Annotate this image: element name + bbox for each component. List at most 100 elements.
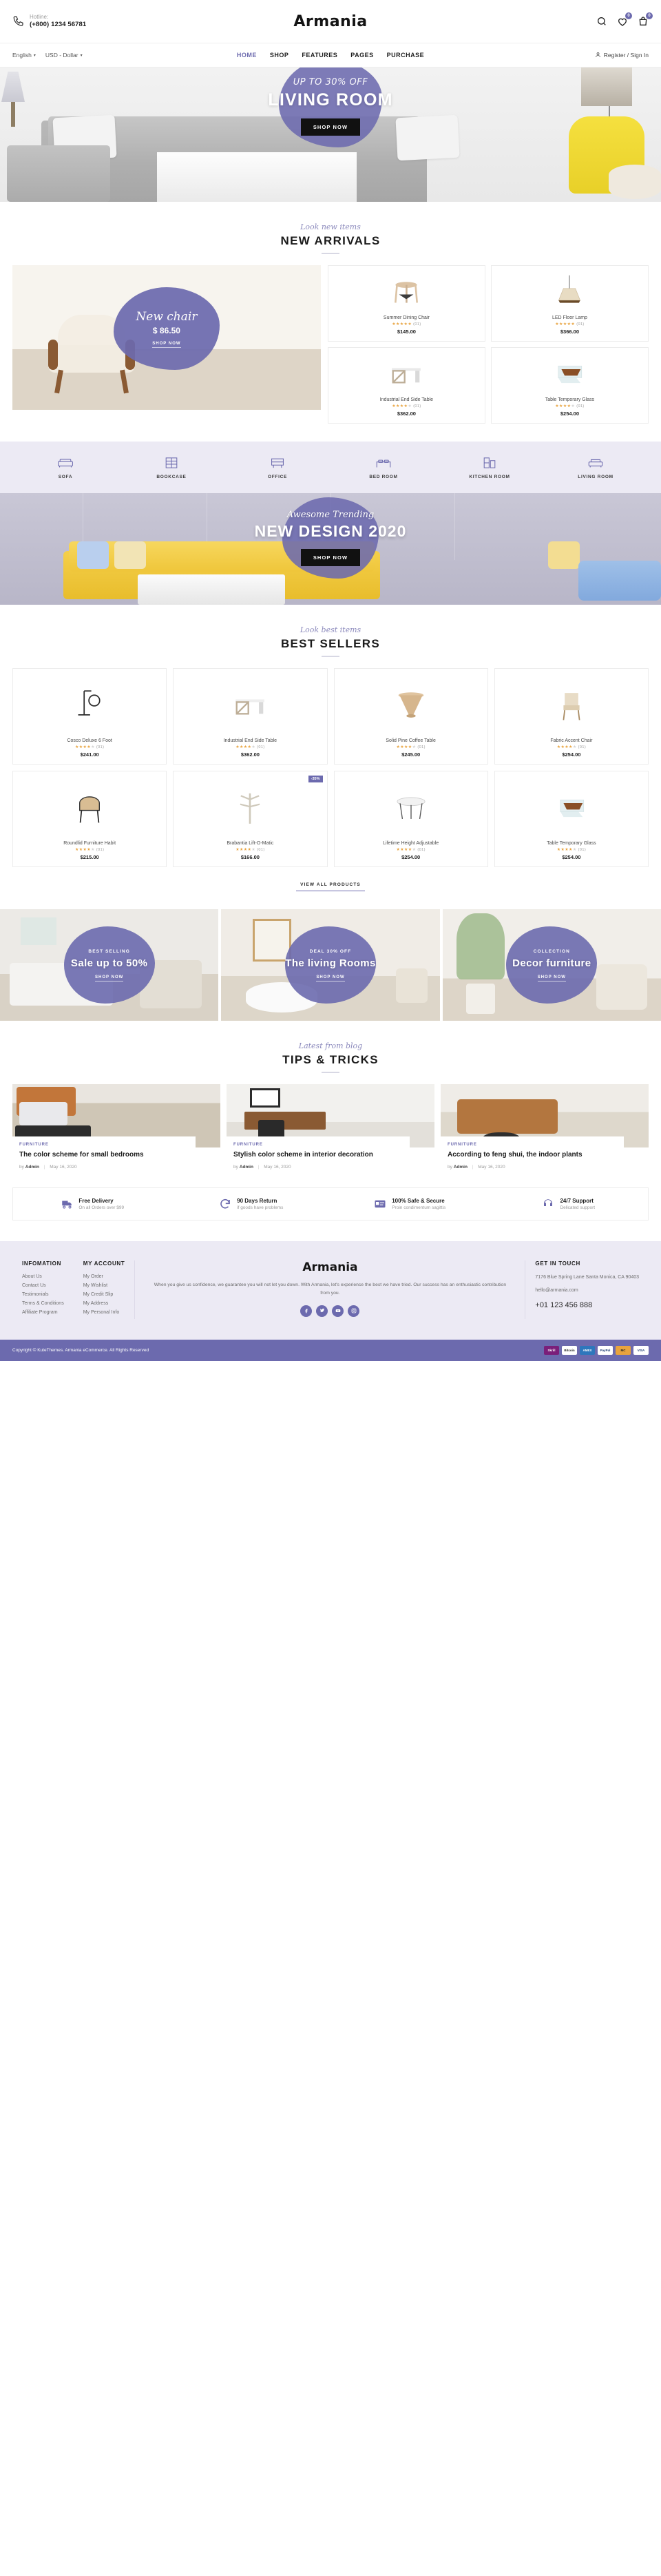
category-sofa[interactable]: SOFA (12, 455, 118, 479)
footer-link[interactable]: Affiliate Program (22, 1310, 64, 1315)
product-rating: ★★★★★ (01) (392, 322, 421, 326)
wishlist-icon[interactable]: 0 (617, 12, 633, 27)
footer-link[interactable]: Terms & Conditions (22, 1301, 64, 1306)
instagram-icon[interactable] (348, 1305, 360, 1317)
footer-link[interactable]: My Order (83, 1274, 125, 1279)
category-livingroom[interactable]: LIVING ROOM (543, 455, 649, 479)
blog-category[interactable]: FURNITURE (233, 1143, 403, 1147)
product-price: $215.00 (80, 854, 99, 860)
product-card[interactable]: LED Floor Lamp ★★★★★ (01) $366.00 (490, 265, 649, 342)
view-all-products[interactable]: VIEW ALL PRODUCTS (0, 867, 661, 909)
product-card[interactable]: Fabric Accent Chair ★★★★★ (01) $254.00 (494, 668, 649, 765)
product-rating: ★★★★★ (01) (556, 848, 587, 852)
site-logo[interactable]: Armania (293, 13, 367, 30)
product-price: $366.00 (560, 329, 580, 335)
account-label: Register / Sign In (603, 52, 649, 59)
product-price: $241.00 (80, 751, 99, 758)
blog-post-card[interactable]: FURNITURE According to feng shui, the in… (441, 1084, 649, 1170)
footer-link[interactable]: My Address (83, 1301, 125, 1306)
rating-count: (01) (413, 404, 421, 408)
product-name: Industrial End Side Table (379, 397, 434, 402)
category-bookcase[interactable]: BOOKCASE (118, 455, 224, 479)
best-sellers-grid: Cosco Deluxe 6 Foot ★★★★★ (01) $241.00 I… (0, 668, 661, 867)
hero-title: LIVING ROOM (268, 90, 393, 110)
feature-sub: Proin condimentum sagittis (392, 1205, 446, 1210)
feature-sub: On all Orders over $99 (78, 1205, 125, 1210)
footer-link[interactable]: My Wishlist (83, 1283, 125, 1288)
product-rating: ★★★★★ (01) (556, 745, 587, 749)
feature-shop-now-button[interactable]: SHOP NOW (152, 342, 181, 348)
product-name: Table Temporary Glass (547, 841, 596, 846)
new-arrivals-grid: Summer Dining Chair ★★★★★ (01) $145.00 L… (327, 265, 649, 424)
nav-item-purchase[interactable]: PURCHASE (387, 52, 425, 59)
blog-category[interactable]: FURNITURE (19, 1143, 189, 1147)
cart-icon[interactable]: 0 (638, 12, 653, 27)
language-selector[interactable]: English ▾ (12, 52, 36, 59)
product-card[interactable]: Roundlid Furniture Habit ★★★★★ (01) $215… (12, 771, 167, 867)
facebook-icon[interactable] (300, 1305, 313, 1317)
category-kitchen[interactable]: KITCHEN ROOM (437, 455, 543, 479)
separator: | (43, 1164, 45, 1170)
footer-link[interactable]: Contact Us (22, 1283, 64, 1288)
blog-post-card[interactable]: FURNITURE Stylish color scheme in interi… (227, 1084, 434, 1170)
footer-link[interactable]: Testimonials (22, 1292, 64, 1297)
rating-count: (01) (576, 404, 585, 408)
new-arrivals-title: NEW ARRIVALS (280, 234, 381, 247)
product-card[interactable]: Solid Pine Coffee Table ★★★★★ (01) $245.… (333, 668, 488, 765)
feature-secure: 100% Safe & Secure Proin condimentum sag… (330, 1198, 490, 1210)
category-strip: SOFA BOOKCASE OFFICE BED ROOM KITCHEN RO… (0, 442, 661, 493)
search-icon[interactable] (596, 16, 607, 27)
promo-shop-now-button[interactable]: SHOP NOW (95, 975, 124, 981)
hero-shop-now-button[interactable]: SHOP NOW (300, 118, 361, 136)
currency-selector[interactable]: USD - Dollar ▾ (45, 52, 83, 59)
blog-category[interactable]: FURNITURE (448, 1143, 617, 1147)
support-icon (544, 1198, 553, 1206)
account-link[interactable]: Register / Sign In (424, 52, 649, 59)
new-arrivals-section: New chair $ 86.50 SHOP NOW Summer Dining… (0, 265, 661, 442)
separator: | (258, 1164, 260, 1170)
trending-shop-now-button[interactable]: SHOP NOW (300, 549, 361, 566)
nav-item-features[interactable]: FEATURES (302, 52, 337, 59)
nav-item-shop[interactable]: SHOP (270, 52, 289, 59)
by-label: by (448, 1164, 452, 1170)
new-arrivals-feature-card[interactable]: New chair $ 86.50 SHOP NOW (12, 265, 321, 410)
by-label: by (19, 1164, 24, 1170)
blog-post-title: Stylish color scheme in interior decorat… (233, 1151, 373, 1159)
category-office[interactable]: OFFICE (224, 455, 330, 479)
promo-card[interactable]: BEST SELLING Sale up to 50% SHOP NOW (0, 909, 219, 1021)
trending-subtitle: Awesome Trending (286, 510, 375, 520)
footer-heading: GET IN TOUCH (535, 1260, 580, 1267)
promo-card[interactable]: DEAL 30% OFF The living Rooms SHOP NOW (221, 909, 440, 1021)
footer-link[interactable]: About Us (22, 1274, 64, 1279)
footer-logo[interactable]: Armania (150, 1260, 510, 1274)
product-card[interactable]: Industrial End Side Table ★★★★★ (01) $36… (173, 668, 328, 765)
product-price: $362.00 (397, 411, 416, 417)
product-name: Fabric Accent Chair (550, 738, 593, 743)
nav-item-home[interactable]: HOME (237, 52, 257, 59)
nav-item-pages[interactable]: PAGES (350, 52, 373, 59)
promo-shop-now-button[interactable]: SHOP NOW (537, 975, 566, 981)
divider (322, 253, 339, 254)
product-card[interactable]: Table Temporary Glass ★★★★★ (01) $254.00 (490, 347, 649, 424)
footer-link[interactable]: My Credit Slip (83, 1292, 125, 1297)
product-card[interactable]: Table Temporary Glass ★★★★★ (01) $254.00 (494, 771, 649, 867)
category-bedroom[interactable]: BED ROOM (330, 455, 437, 479)
product-card[interactable]: Summer Dining Chair ★★★★★ (01) $145.00 (327, 265, 485, 342)
hero-banner: UP TO 30% OFF LIVING ROOM SHOP NOW (0, 67, 661, 202)
blog-post-card[interactable]: FURNITURE The color scheme for small bed… (12, 1084, 220, 1170)
blog-script: Latest from blog (298, 1041, 363, 1050)
promo-banner-row: BEST SELLING Sale up to 50% SHOP NOW DEA… (0, 909, 661, 1021)
product-card[interactable]: Industrial End Side Table ★★★★★ (01) $36… (327, 347, 485, 424)
product-card[interactable]: Cosco Deluxe 6 Foot ★★★★★ (01) $241.00 (12, 668, 167, 765)
product-card[interactable]: -35% Brabantia Lift-O-Matic ★★★★★ (01) $… (173, 771, 328, 867)
promo-shop-now-button[interactable]: SHOP NOW (316, 975, 345, 981)
product-card[interactable]: Lifetime Height Adjustable ★★★★★ (01) $2… (333, 771, 488, 867)
footer-link[interactable]: My Personal Info (83, 1310, 125, 1315)
footer-email[interactable]: hello@armania.com (535, 1287, 639, 1295)
trending-title: NEW DESIGN 2020 (254, 522, 407, 540)
nav-menu: HOME SHOP FEATURES PAGES PURCHASE (237, 52, 424, 59)
cart-count: 0 (646, 12, 653, 19)
twitter-icon[interactable] (316, 1305, 328, 1317)
promo-card[interactable]: COLLECTION Decor furniture SHOP NOW (442, 909, 661, 1021)
youtube-icon[interactable] (332, 1305, 344, 1317)
